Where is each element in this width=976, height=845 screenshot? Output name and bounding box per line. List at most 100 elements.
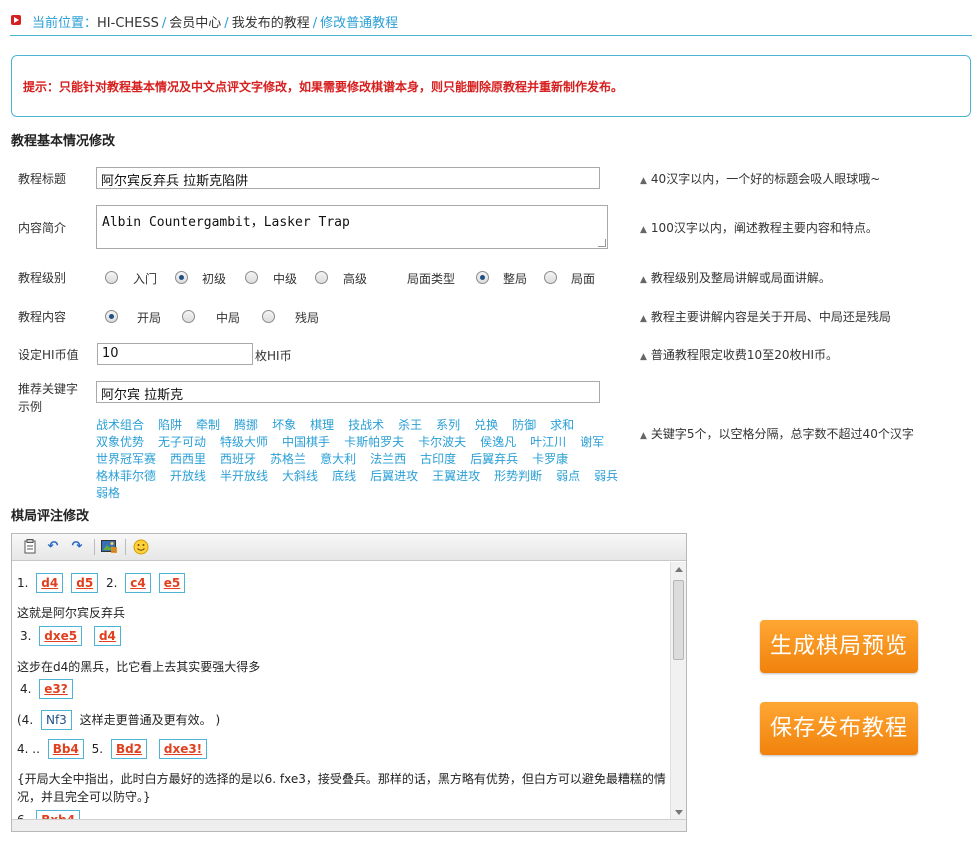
location-icon bbox=[11, 15, 21, 25]
keyword-example-link[interactable]: 特级大师 bbox=[220, 435, 268, 449]
keyword-example-link[interactable]: 卡尔波夫 bbox=[418, 435, 466, 449]
keyword-example-link[interactable]: 底线 bbox=[332, 469, 356, 483]
keyword-example-link[interactable]: 意大利 bbox=[320, 452, 356, 466]
paste-icon[interactable] bbox=[22, 539, 38, 555]
keywords-input[interactable]: 阿尔宾 拉斯克 bbox=[96, 381, 600, 403]
move-link[interactable]: Bb4 bbox=[47, 739, 84, 759]
price-label: 设定HI币值 bbox=[18, 348, 79, 362]
move-link[interactable]: c4 bbox=[125, 573, 151, 593]
move-link[interactable]: dxe5 bbox=[39, 626, 83, 646]
keyword-example-link[interactable]: 法兰西 bbox=[370, 452, 406, 466]
scroll-up-icon[interactable] bbox=[675, 567, 683, 572]
summary-label: 内容简介 bbox=[18, 221, 67, 235]
keyword-example-link[interactable]: 西班牙 bbox=[220, 452, 256, 466]
keyword-example-link[interactable]: 半开放线 bbox=[220, 469, 268, 483]
generate-preview-button[interactable]: 生成棋局预览 bbox=[760, 620, 918, 673]
keyword-example-link[interactable]: 防御 bbox=[512, 418, 536, 432]
keyword-example-link[interactable]: 西西里 bbox=[170, 452, 206, 466]
scroll-down-icon[interactable] bbox=[675, 810, 683, 815]
editor-content[interactable]: 1. d4 d5 2. c4 e5 这就是阿尔宾反弃兵 3. dxe5 d4 这步在… bbox=[12, 562, 670, 820]
move-link-variation[interactable]: Nf3 bbox=[40, 710, 72, 730]
keyword-example-link[interactable]: 牵制 bbox=[196, 418, 220, 432]
content-radio-opening[interactable] bbox=[105, 310, 118, 323]
annotation-line: 1. d4 d5 2. c4 e5 bbox=[17, 573, 189, 593]
move-link[interactable]: d4 bbox=[93, 626, 121, 646]
price-hint: ▲ 普通教程限定收费10至20枚HI币。 bbox=[640, 348, 839, 362]
keyword-example-link[interactable]: 技战术 bbox=[348, 418, 384, 432]
annotation-line: (4. Nf3 这样走更普通及更有效。 ) bbox=[17, 710, 220, 730]
level-radio-intermediate[interactable] bbox=[245, 271, 258, 284]
content-label: 教程内容 bbox=[18, 310, 67, 324]
save-publish-button[interactable]: 保存发布教程 bbox=[760, 702, 918, 755]
keyword-example-link[interactable]: 战术组合 bbox=[96, 418, 144, 432]
annotation-line: 4. .. Bb4 5. Bd2 dxe3! bbox=[17, 739, 211, 759]
resize-grip-icon[interactable] bbox=[598, 239, 606, 247]
keyword-example-link[interactable]: 后翼弃兵 bbox=[470, 452, 518, 466]
level-radio-elementary[interactable] bbox=[175, 271, 188, 284]
keyword-example-link[interactable]: 求和 bbox=[550, 418, 574, 432]
annotation-text: 这就是阿尔宾反弃兵 bbox=[17, 606, 126, 620]
breadcrumb-item-home[interactable]: HI-CHESS bbox=[97, 16, 159, 31]
keyword-example-link[interactable]: 卡斯帕罗夫 bbox=[344, 435, 404, 449]
keyword-example-link[interactable]: 杀王 bbox=[398, 418, 422, 432]
keyword-example-link[interactable]: 形势判断 bbox=[494, 469, 542, 483]
price-input[interactable]: 10 bbox=[97, 343, 253, 365]
editor-scrollbar[interactable] bbox=[670, 562, 686, 820]
keyword-example-link[interactable]: 开放线 bbox=[170, 469, 206, 483]
content-hint: ▲ 教程主要讲解内容是关于开局、中局还是残局 bbox=[640, 310, 891, 324]
keyword-example-link[interactable]: 大斜线 bbox=[282, 469, 318, 483]
breadcrumb-item-member[interactable]: 会员中心 bbox=[169, 16, 221, 31]
keyword-example-link[interactable]: 弱格 bbox=[96, 486, 120, 500]
keyword-example-link[interactable]: 谢军 bbox=[580, 435, 604, 449]
move-link[interactable]: d4 bbox=[36, 573, 64, 593]
redo-icon[interactable]: ↷ bbox=[69, 539, 85, 555]
keyword-example-link[interactable]: 弱兵 bbox=[594, 469, 618, 483]
keyword-example-link[interactable]: 世界冠军赛 bbox=[96, 452, 156, 466]
title-input[interactable]: 阿尔宾反弃兵 拉斯克陷阱 bbox=[96, 167, 600, 189]
keyword-example-link[interactable]: 叶江川 bbox=[530, 435, 566, 449]
breadcrumb-item-my-tutorials[interactable]: 我发布的教程 bbox=[232, 16, 310, 31]
keyword-example-link[interactable]: 卡罗康 bbox=[532, 452, 568, 466]
keyword-example-link[interactable]: 弱点 bbox=[556, 469, 580, 483]
keyword-example-link[interactable]: 中国棋手 bbox=[282, 435, 330, 449]
editor-resize-bar[interactable] bbox=[12, 819, 686, 831]
keyword-example-link[interactable]: 陷阱 bbox=[158, 418, 182, 432]
keyword-example-link[interactable]: 坏象 bbox=[272, 418, 296, 432]
keyword-example-link[interactable]: 无子可动 bbox=[158, 435, 206, 449]
keyword-example-link[interactable]: 后翼进攻 bbox=[370, 469, 418, 483]
keyword-example-link[interactable]: 系列 bbox=[436, 418, 460, 432]
image-icon[interactable] bbox=[101, 539, 117, 555]
annotation-text: 况，并且完全可以防守。} bbox=[17, 790, 151, 804]
keyword-example-link[interactable]: 双象优势 bbox=[96, 435, 144, 449]
move-link[interactable]: Bd2 bbox=[110, 739, 148, 759]
keyword-example-link[interactable]: 兑换 bbox=[474, 418, 498, 432]
hint-triangle-icon: ▲ bbox=[640, 431, 647, 441]
smiley-icon[interactable] bbox=[133, 539, 149, 555]
keyword-example-link[interactable]: 腾挪 bbox=[234, 418, 258, 432]
content-radio-middlegame[interactable] bbox=[182, 310, 195, 323]
level-radio-group: 入门 初级 中级 高级 局面类型 整局 局面 bbox=[105, 270, 635, 286]
type-radio-position[interactable] bbox=[544, 271, 557, 284]
keyword-example-link[interactable]: 侯逸凡 bbox=[480, 435, 516, 449]
keyword-example-link[interactable]: 棋理 bbox=[310, 418, 334, 432]
move-link[interactable]: e5 bbox=[158, 573, 186, 593]
level-radio-beginner[interactable] bbox=[105, 271, 118, 284]
breadcrumb-item-current: 修改普通教程 bbox=[320, 16, 399, 31]
hint-triangle-icon: ▲ bbox=[640, 352, 647, 362]
move-link[interactable]: e3? bbox=[39, 679, 73, 699]
scrollbar-thumb[interactable] bbox=[673, 580, 684, 660]
undo-icon[interactable]: ↶ bbox=[45, 539, 61, 555]
summary-textarea[interactable]: Albin Countergambit，Lasker Trap bbox=[96, 205, 608, 249]
move-link[interactable]: d5 bbox=[71, 573, 99, 593]
level-radio-advanced[interactable] bbox=[315, 271, 328, 284]
keyword-example-link[interactable]: 苏格兰 bbox=[270, 452, 306, 466]
annotation-editor: ↶ ↷ 1. d4 d5 2. c4 e5 这就是阿尔宾反弃兵 3. dxe5 d4… bbox=[11, 533, 687, 832]
move-link[interactable]: dxe3! bbox=[158, 739, 208, 759]
type-radio-full-game[interactable] bbox=[476, 271, 489, 284]
annotation-line: 3. dxe5 d4 bbox=[17, 626, 125, 646]
keyword-example-link[interactable]: 古印度 bbox=[420, 452, 456, 466]
content-radio-endgame[interactable] bbox=[262, 310, 275, 323]
hint-triangle-icon: ▲ bbox=[640, 314, 647, 324]
keyword-example-link[interactable]: 王翼进攻 bbox=[432, 469, 480, 483]
keyword-example-link[interactable]: 格林菲尔德 bbox=[96, 469, 156, 483]
